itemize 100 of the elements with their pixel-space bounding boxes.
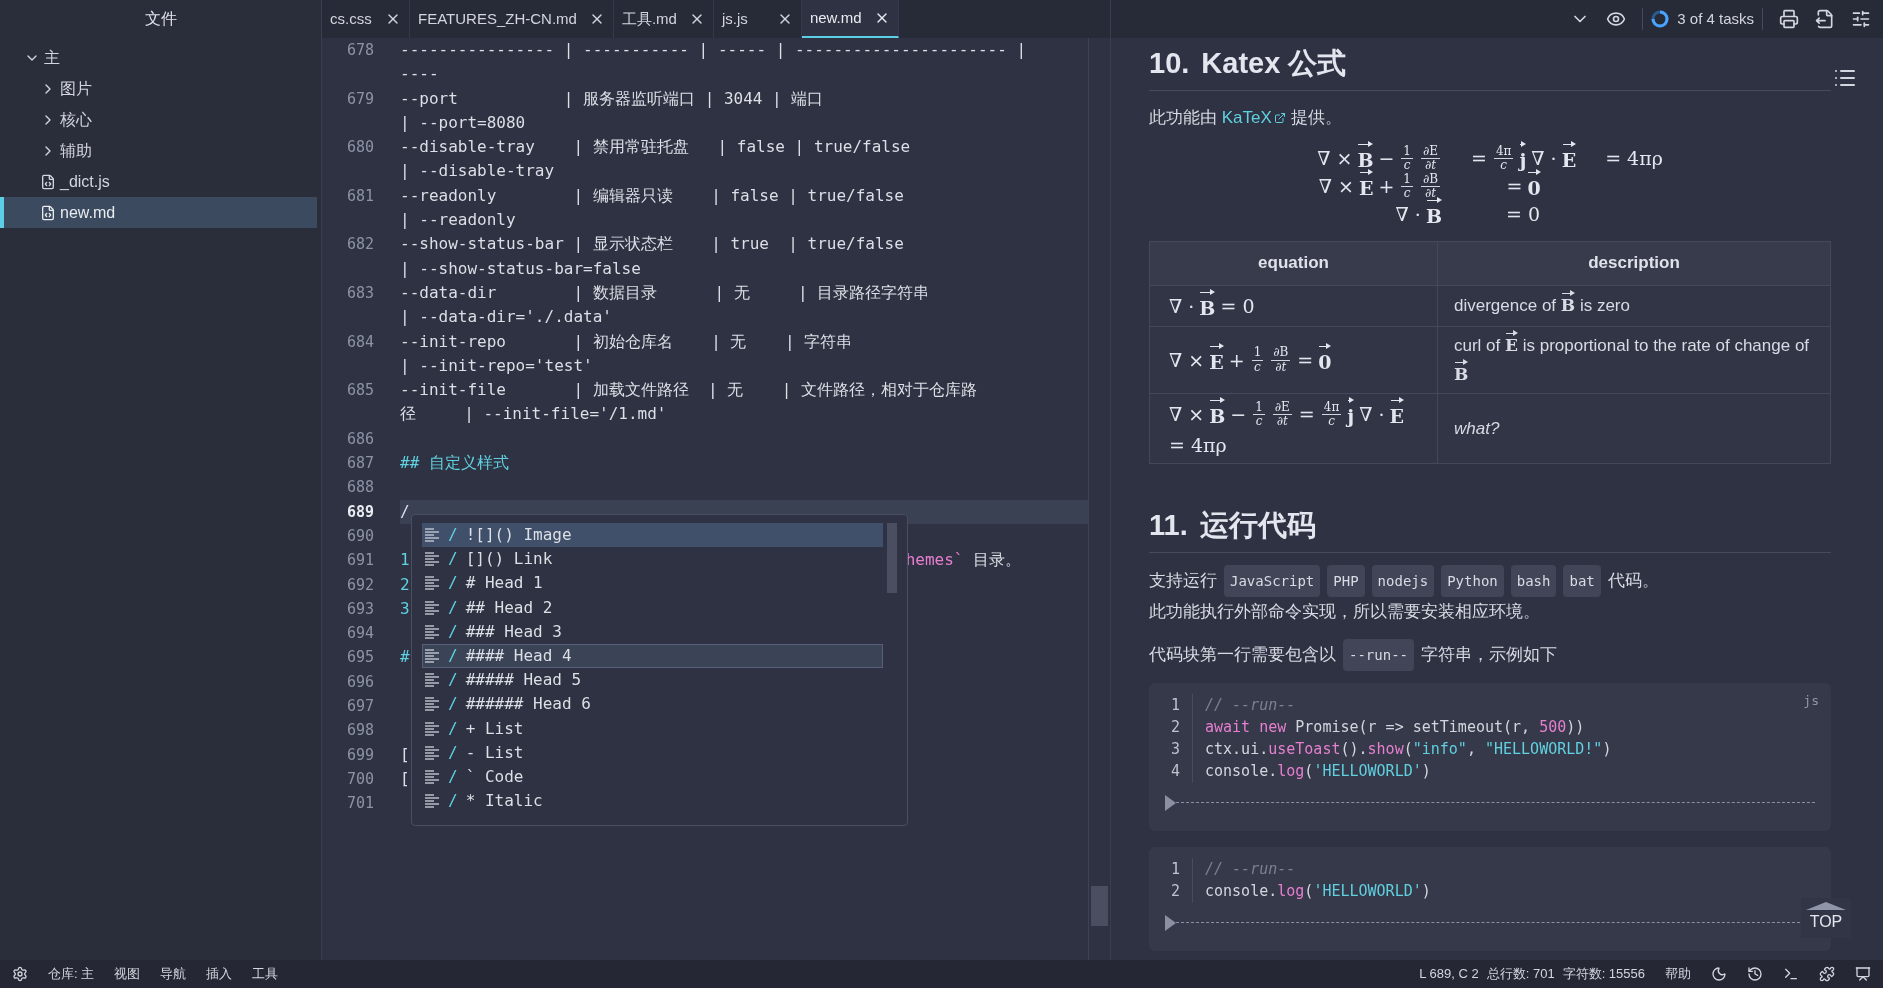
- code-text: 径 | --init-file='/1.md': [400, 403, 667, 426]
- status-menu-item[interactable]: 仓库: 主: [48, 964, 95, 984]
- paragraph-text: 此功能执行外部命令实现，所以需要安装相应环境。: [1149, 600, 1541, 623]
- code-text: --disable-tray | 禁用常驻托盘 | false | true/false: [400, 136, 911, 159]
- inline-code: bash: [1510, 564, 1557, 597]
- math-formula: = 0: [1467, 172, 1579, 201]
- column-header: description: [1437, 241, 1831, 285]
- status-menu-item[interactable]: 插入: [206, 964, 233, 984]
- code-text: [: [400, 743, 410, 766]
- line-number: 3: [1165, 738, 1193, 761]
- line-number: 700: [345, 768, 374, 790]
- line-number: 688: [345, 477, 374, 499]
- completion-item[interactable]: / # Head 1: [422, 571, 883, 596]
- char-count: 字符数: 15556: [1562, 965, 1645, 984]
- code-text: 1: [400, 549, 410, 572]
- line-number: 693: [345, 598, 374, 620]
- completion-item[interactable]: / ## Head 2: [422, 595, 883, 620]
- code-line: await new Promise(r => setTimeout(r, 500)): [1205, 717, 1585, 739]
- line-number: 1: [1165, 858, 1193, 881]
- code-line: // --run--: [1205, 695, 1296, 717]
- code-text: | --readonly: [400, 209, 516, 232]
- completion-item[interactable]: / ##### Head 5: [422, 668, 883, 693]
- line-number: 4: [1165, 760, 1193, 783]
- completion-item[interactable]: / + List: [422, 716, 883, 741]
- file-item[interactable]: _dict.js: [0, 166, 317, 197]
- editor-tab[interactable]: 工具.md: [613, 0, 714, 38]
- completion-item[interactable]: / - List: [422, 740, 883, 765]
- line-number: 699: [345, 744, 374, 766]
- code-text: --port | 服务器监听端口 | 3044 | 端口: [400, 87, 824, 110]
- editor-tab[interactable]: cs.css: [322, 0, 410, 38]
- line-number: 681: [345, 185, 374, 207]
- editor-tab[interactable]: new.md: [801, 0, 899, 38]
- inline-code: nodejs: [1371, 564, 1435, 597]
- code-text: 2: [400, 573, 410, 596]
- code-text: --data-dir | 数据目录 | 无 | 目录路径字符串: [400, 281, 930, 304]
- line-number: 697: [345, 696, 374, 717]
- table-cell: curl of E is proportional to the rate of change of B: [1437, 326, 1831, 394]
- math-formula: ∇ · B: [1314, 200, 1444, 229]
- folder-item[interactable]: 辅助: [0, 135, 317, 166]
- table-cell: divergence of B is zero: [1437, 285, 1831, 327]
- completion-item[interactable]: / []() Link: [422, 547, 883, 572]
- paragraph-text: 代码。: [1607, 569, 1659, 592]
- folder-item[interactable]: 主: [0, 42, 317, 73]
- help-menu[interactable]: 帮助: [1665, 964, 1691, 984]
- code-text: 3: [400, 597, 410, 620]
- code-text: --init-file | 加载文件路径 | 无 | 文件路径，相对于仓库路: [400, 379, 977, 402]
- line-number: 679: [345, 88, 374, 110]
- file-item[interactable]: new.md: [0, 197, 317, 228]
- line-number: 695: [345, 647, 374, 669]
- line-number: 687: [345, 453, 374, 475]
- inline-code: --run--: [1343, 638, 1414, 671]
- code-text: --show-status-bar | 显示状态栏 | true | true/false: [400, 233, 904, 256]
- editor-tab[interactable]: js.js: [713, 0, 802, 38]
- completion-item[interactable]: / #### Head 4: [422, 643, 883, 669]
- completion-item[interactable]: / ### Head 3: [422, 619, 883, 644]
- table-cell: ∇ · B = 0: [1149, 285, 1438, 327]
- editor-tab[interactable]: FEATURES_ZH-CN.md: [410, 0, 614, 38]
- line-number: 694: [345, 623, 374, 645]
- code-line: ctx.ui.useToast().show("info", "HELLOWORLD!"): [1205, 739, 1612, 761]
- folder-item[interactable]: 图片: [0, 73, 317, 104]
- code-text: | --port=8080: [400, 111, 526, 134]
- code-text: --readonly | 编辑器只读 | false | true/false: [400, 184, 904, 207]
- line-number: 696: [345, 671, 374, 693]
- paragraph-text: 支持运行: [1149, 569, 1217, 592]
- code-text: 目录。: [973, 549, 1022, 572]
- inline-code: Python: [1441, 564, 1504, 597]
- code-text: ----: [400, 63, 439, 86]
- status-menu-item[interactable]: 视图: [114, 964, 141, 984]
- code-text: ---------------- | ----------- | ----- | ---------------------- |: [400, 39, 1027, 61]
- section-heading: 10. Katex 公式: [1149, 42, 1831, 91]
- line-number: 698: [345, 720, 374, 742]
- line-number: 678: [345, 40, 374, 61]
- section-heading: 11. 运行代码: [1149, 504, 1831, 553]
- line-number: 2: [1165, 880, 1193, 903]
- back-to-top-button[interactable]: TOP: [1801, 898, 1851, 938]
- code-text: [: [400, 767, 410, 790]
- completion-item[interactable]: / ![]() Image: [422, 523, 883, 548]
- katex-link[interactable]: KaTeX: [1221, 102, 1286, 133]
- sidebar-title: 文件: [144, 9, 177, 29]
- code-text: /: [400, 500, 410, 523]
- line-number: 2: [1165, 716, 1193, 739]
- math-formula: = 4πρ: [1604, 146, 1664, 172]
- code-line: console.log('HELLOWORLD'): [1205, 761, 1431, 783]
- code-text: | --disable-tray: [400, 160, 555, 183]
- line-number: 1: [1165, 694, 1193, 717]
- math-formula: = 0: [1505, 202, 1542, 228]
- language-label: js: [1803, 691, 1819, 710]
- line-number: 686: [345, 428, 374, 450]
- inline-code: bat: [1563, 564, 1601, 597]
- line-number: 683: [345, 282, 374, 304]
- status-menu-item[interactable]: 导航: [160, 964, 187, 984]
- status-menu-item[interactable]: 工具: [252, 964, 279, 984]
- completion-item[interactable]: / ###### Head 6: [422, 692, 883, 717]
- completion-item[interactable]: / * Italic: [422, 789, 883, 814]
- line-number: 682: [345, 234, 374, 256]
- total-lines: 总行数: 701: [1486, 965, 1555, 984]
- completion-item[interactable]: / ` Code: [422, 764, 883, 790]
- folder-item[interactable]: 核心: [0, 104, 317, 135]
- code-text: --init-repo | 初始仓库名 | 无 | 字符串: [400, 330, 853, 353]
- code-text: | --data-dir='./.data': [400, 306, 612, 329]
